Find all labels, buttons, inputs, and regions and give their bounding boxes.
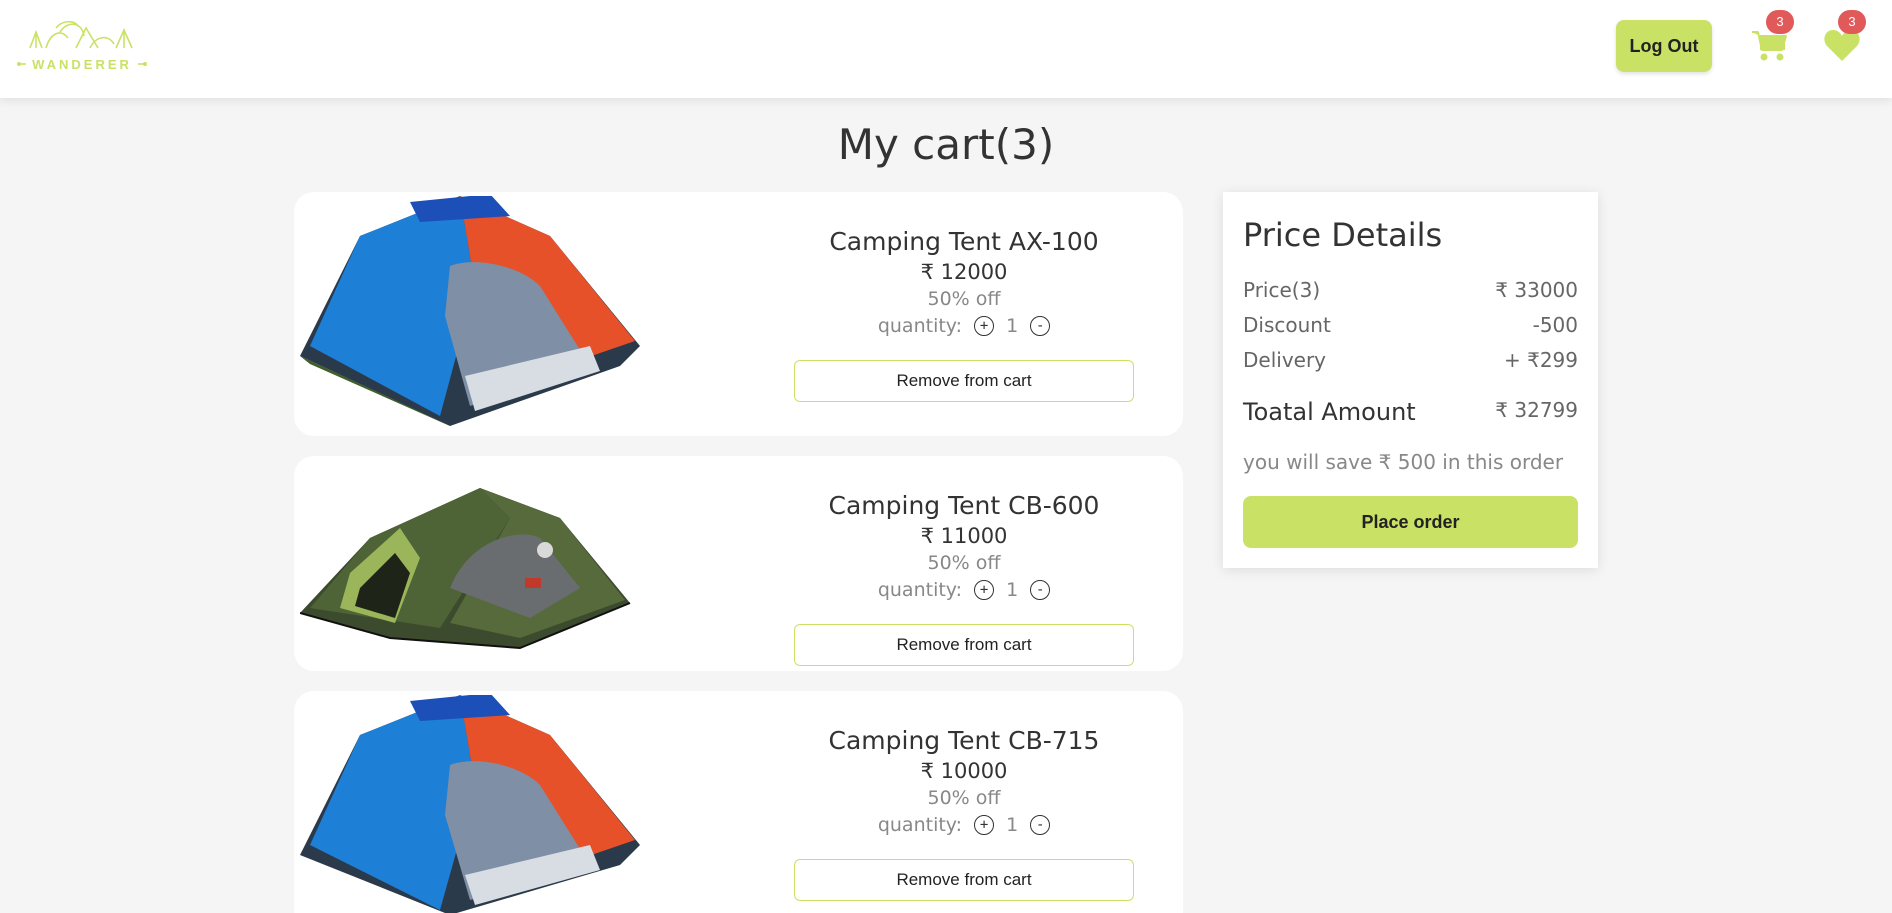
- quantity-label: quantity:: [877, 315, 963, 337]
- price-value: ₹ 33000: [1495, 278, 1578, 302]
- product-image[interactable]: [300, 196, 640, 432]
- price-row: Price(3) ₹ 33000: [1243, 278, 1578, 302]
- logout-button[interactable]: Log Out: [1616, 20, 1712, 72]
- item-name: Camping Tent CB-600: [828, 491, 1100, 520]
- item-price: ₹ 11000: [920, 524, 1008, 548]
- remove-from-cart-button[interactable]: Remove from cart: [794, 624, 1134, 666]
- product-image[interactable]: [300, 695, 640, 913]
- item-name: Camping Tent CB-715: [828, 726, 1100, 755]
- wishlist-link[interactable]: 3: [1822, 10, 1866, 64]
- item-info: Camping Tent AX-100 ₹ 12000 50% off quan…: [714, 226, 1214, 402]
- item-price: ₹ 10000: [920, 759, 1008, 783]
- price-label: Price(3): [1243, 278, 1321, 302]
- discount-value: -500: [1532, 313, 1578, 337]
- quantity-stepper: quantity: + 1 -: [714, 811, 1214, 839]
- total-value: ₹ 32799: [1495, 398, 1578, 422]
- decrement-button[interactable]: -: [1030, 580, 1051, 600]
- item-price: ₹ 12000: [920, 260, 1008, 284]
- remove-from-cart-button[interactable]: Remove from cart: [794, 859, 1134, 901]
- quantity-value: 1: [1006, 814, 1019, 836]
- logo-wordmark: WANDERER: [32, 57, 132, 72]
- quantity-value: 1: [1006, 315, 1019, 337]
- remove-from-cart-button[interactable]: Remove from cart: [794, 360, 1134, 402]
- page-title: My cart(3): [837, 120, 1055, 169]
- item-discount: 50% off: [927, 787, 1001, 809]
- wanderer-logo[interactable]: WANDERER · · ·: [16, 14, 148, 80]
- total-label: Toatal Amount: [1243, 398, 1416, 426]
- cart-link[interactable]: 3: [1750, 10, 1794, 64]
- quantity-label: quantity:: [877, 579, 963, 601]
- item-name: Camping Tent AX-100: [829, 227, 1099, 256]
- cart-item: Camping Tent CB-715 ₹ 10000 50% off quan…: [294, 691, 1183, 913]
- cart-item: Camping Tent AX-100 ₹ 12000 50% off quan…: [294, 192, 1183, 436]
- place-order-button[interactable]: Place order: [1243, 496, 1578, 548]
- discount-label: Discount: [1243, 313, 1331, 337]
- decrement-button[interactable]: -: [1030, 316, 1051, 336]
- decrement-button[interactable]: -: [1030, 815, 1051, 835]
- delivery-label: Delivery: [1243, 348, 1327, 372]
- price-details-title: Price Details: [1243, 216, 1443, 254]
- increment-button[interactable]: +: [974, 815, 995, 835]
- delivery-value: + ₹299: [1503, 348, 1578, 372]
- item-info: Camping Tent CB-715 ₹ 10000 50% off quan…: [714, 725, 1214, 901]
- increment-button[interactable]: +: [974, 580, 995, 600]
- increment-button[interactable]: +: [974, 316, 995, 336]
- price-details-panel: Price Details Price(3) ₹ 33000 Discount …: [1223, 192, 1598, 568]
- total-row: Toatal Amount ₹ 32799: [1243, 398, 1578, 426]
- quantity-label: quantity:: [877, 814, 963, 836]
- savings-text: you will save ₹ 500 in this order: [1243, 450, 1564, 474]
- quantity-stepper: quantity: + 1 -: [714, 312, 1214, 340]
- quantity-stepper: quantity: + 1 -: [714, 576, 1214, 604]
- wishlist-count-badge: 3: [1838, 10, 1866, 34]
- cart-item: Camping Tent CB-600 ₹ 11000 50% off quan…: [294, 456, 1183, 671]
- quantity-value: 1: [1006, 579, 1019, 601]
- navbar: WANDERER · · · Log Out 3 3: [0, 0, 1892, 98]
- product-image[interactable]: [300, 478, 640, 650]
- item-discount: 50% off: [927, 288, 1001, 310]
- cart-count-badge: 3: [1766, 10, 1794, 34]
- svg-text:· · ·: · · ·: [79, 74, 85, 79]
- discount-row: Discount -500: [1243, 313, 1578, 337]
- item-info: Camping Tent CB-600 ₹ 11000 50% off quan…: [714, 490, 1214, 666]
- delivery-row: Delivery + ₹299: [1243, 348, 1578, 372]
- item-discount: 50% off: [927, 552, 1001, 574]
